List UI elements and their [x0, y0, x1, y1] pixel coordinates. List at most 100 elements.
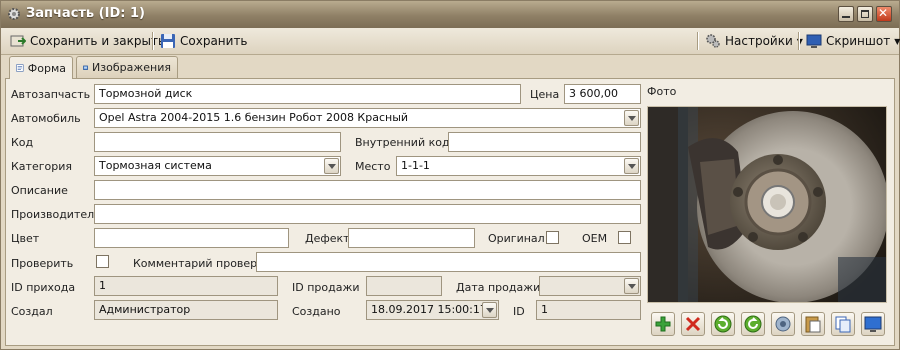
car-select[interactable]: Opel Astra 2004-2015 1.6 бензин Робот 20…	[94, 108, 641, 128]
internal-code-label: Внутренний код	[355, 136, 450, 149]
add-icon	[655, 316, 671, 332]
category-label: Категория	[11, 160, 72, 173]
maximize-button[interactable]	[857, 6, 873, 22]
internal-code-field[interactable]	[448, 132, 641, 152]
arrival-id-label: ID прихода	[11, 281, 76, 294]
floppy-disk-icon	[161, 34, 175, 48]
price-field[interactable]: 3 600,00	[564, 84, 641, 104]
paste-icon	[805, 316, 821, 333]
check-checkbox[interactable]	[96, 255, 109, 268]
save-and-close-button[interactable]: Сохранить и закрыть	[6, 31, 169, 51]
tab-images[interactable]: Изображения	[76, 56, 178, 78]
place-value: 1-1-1	[401, 159, 430, 172]
delete-photo-button[interactable]	[681, 312, 705, 336]
maximize-icon	[861, 10, 869, 18]
part-field[interactable]: Тормозной диск	[94, 84, 521, 104]
rotate-right-icon	[744, 315, 762, 333]
toolbar-separator	[798, 32, 799, 50]
part-label: Автозапчасть	[11, 88, 91, 101]
camera-button[interactable]	[771, 312, 795, 336]
car-dropdown-button[interactable]	[624, 110, 639, 126]
description-label: Описание	[11, 184, 68, 197]
photo-frame[interactable]	[647, 106, 889, 303]
code-field[interactable]	[94, 132, 341, 152]
id-label: ID	[513, 305, 525, 318]
sale-date-field[interactable]	[539, 276, 641, 296]
close-button[interactable]: ✕	[876, 6, 892, 22]
tab-form[interactable]: Форма	[9, 56, 73, 79]
created-by-label: Создал	[11, 305, 53, 318]
defect-field[interactable]	[348, 228, 475, 248]
original-label: Оригинал	[488, 232, 545, 245]
camera-icon	[775, 316, 791, 332]
fullscreen-button[interactable]	[861, 312, 885, 336]
part-window: Запчасть (ID: 1) ✕ Сохранить и закрыть С…	[0, 0, 900, 350]
created-by-field: Администратор	[94, 300, 278, 320]
gear-icon	[8, 8, 20, 20]
brake-disc-photo	[648, 107, 889, 303]
delete-icon	[685, 316, 701, 332]
toolbar-separator	[697, 32, 698, 50]
monitor-icon	[864, 316, 882, 332]
color-field[interactable]	[94, 228, 289, 248]
screenshot-dropdown[interactable]: Скриншот ▼	[802, 31, 900, 51]
sale-date-label: Дата продажи	[456, 281, 541, 294]
image-icon	[83, 65, 88, 70]
toolbar: Сохранить и закрыть Сохранить Настройки …	[1, 28, 900, 55]
paste-button[interactable]	[801, 312, 825, 336]
minimize-button[interactable]	[838, 6, 854, 22]
sale-date-dropdown-button[interactable]	[624, 278, 639, 294]
car-value: Opel Astra 2004-2015 1.6 бензин Робот 20…	[99, 111, 409, 124]
defect-label: Дефект	[305, 232, 350, 245]
tab-form-label: Форма	[27, 61, 66, 75]
created-date-field[interactable]: 18.09.2017 15:00:17	[366, 300, 499, 320]
copy-icon	[835, 316, 851, 333]
add-photo-button[interactable]	[651, 312, 675, 336]
description-field[interactable]	[94, 180, 641, 200]
screenshot-label: Скриншот	[826, 34, 891, 48]
place-dropdown-button[interactable]	[624, 158, 639, 174]
copy-button[interactable]	[831, 312, 855, 336]
save-close-icon	[10, 35, 26, 47]
id-field: 1	[536, 300, 641, 320]
save-and-close-label: Сохранить и закрыть	[30, 34, 166, 48]
code-label: Код	[11, 136, 34, 149]
rotate-left-icon	[714, 315, 732, 333]
form-icon	[16, 64, 24, 72]
settings-dropdown[interactable]: Настройки ▼	[701, 31, 807, 51]
created-date-dropdown-button[interactable]	[482, 302, 497, 318]
car-label: Автомобиль	[11, 112, 81, 125]
place-select[interactable]: 1-1-1	[396, 156, 641, 176]
check-label: Проверить	[11, 257, 74, 270]
monitor-icon	[806, 34, 822, 48]
color-label: Цвет	[11, 232, 40, 245]
save-button[interactable]: Сохранить	[156, 31, 252, 51]
check-comment-label: Комментарий проверки	[133, 257, 271, 270]
toolbar-separator	[152, 32, 153, 50]
original-checkbox[interactable]	[546, 231, 559, 244]
place-label: Место	[355, 160, 391, 173]
minimize-icon	[842, 16, 850, 18]
arrival-id-field: 1	[94, 276, 278, 296]
manufacturer-field[interactable]	[94, 204, 641, 224]
photo-label: Фото	[647, 85, 677, 98]
manufacturer-label: Производитель	[11, 208, 101, 221]
category-dropdown-button[interactable]	[324, 158, 339, 174]
save-label: Сохранить	[180, 34, 248, 48]
created-date-value: 18.09.2017 15:00:17	[371, 303, 487, 316]
close-icon: ✕	[878, 6, 889, 20]
oem-checkbox[interactable]	[618, 231, 631, 244]
tab-images-label: Изображения	[92, 61, 171, 74]
sale-id-label: ID продажи	[292, 281, 360, 294]
rotate-left-button[interactable]	[711, 312, 735, 336]
sale-id-field	[366, 276, 442, 296]
category-select[interactable]: Тормозная система	[94, 156, 341, 176]
oem-label: OEM	[582, 232, 608, 245]
settings-label: Настройки	[725, 34, 793, 48]
created-label: Создано	[292, 305, 341, 318]
rotate-right-button[interactable]	[741, 312, 765, 336]
check-comment-field[interactable]	[256, 252, 641, 272]
category-value: Тормозная система	[99, 159, 212, 172]
window-title: Запчасть (ID: 1)	[26, 6, 145, 21]
title-bar[interactable]: Запчасть (ID: 1) ✕	[1, 1, 899, 28]
